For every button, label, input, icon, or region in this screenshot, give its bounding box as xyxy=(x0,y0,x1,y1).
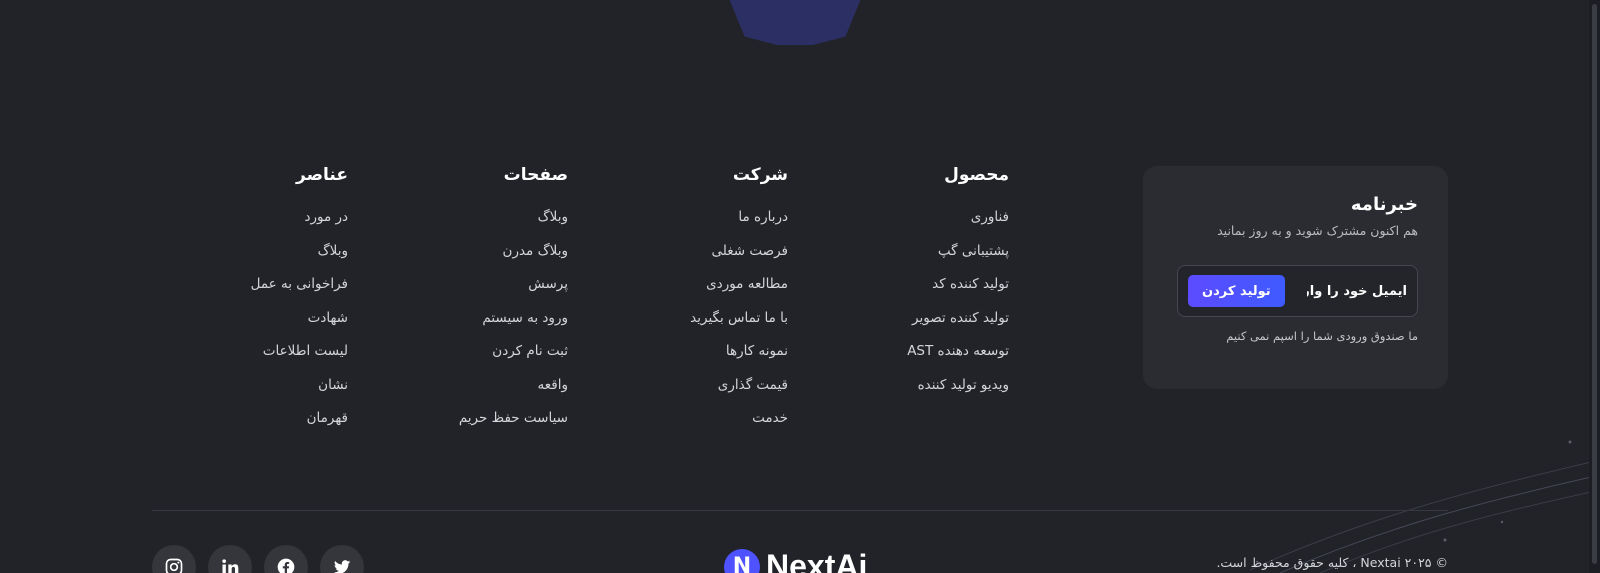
email-field[interactable] xyxy=(1307,283,1407,299)
footer-link[interactable]: توسعه دهنده AST xyxy=(907,341,1009,375)
linkedin-icon xyxy=(222,559,239,573)
footer-column-elements: عناصر در مورد وبلاگ فراخوانی به عمل شهاد… xyxy=(251,165,348,442)
footer-link[interactable]: نشان xyxy=(251,375,348,409)
subscribe-button[interactable]: تولید کردن xyxy=(1188,275,1285,307)
hero-decoration xyxy=(705,0,885,45)
footer-column-company: شرکت درباره ما فرصت شغلی مطالعه موردی با… xyxy=(690,165,788,442)
background-lines xyxy=(1249,440,1600,573)
footer-link[interactable]: درباره ما xyxy=(690,207,788,241)
linkedin-button[interactable] xyxy=(208,545,252,573)
footer-link[interactable]: واقعه xyxy=(459,375,568,409)
footer-link[interactable]: فناوری xyxy=(907,207,1009,241)
newsletter-subtitle: هم اکنون مشترک شوید و به روز بمانید xyxy=(1217,223,1418,238)
footer-link[interactable]: وبلاگ xyxy=(251,241,348,275)
page-scrollbar[interactable] xyxy=(1589,0,1600,573)
footer-link[interactable]: تولید کننده کد xyxy=(907,274,1009,308)
footer-link[interactable]: لیست اطلاعات xyxy=(251,341,348,375)
footer-link[interactable]: با ما تماس بگیرید xyxy=(690,308,788,342)
column-title: محصول xyxy=(944,165,1009,185)
column-title: عناصر xyxy=(296,165,348,185)
instagram-button[interactable] xyxy=(152,545,196,573)
logo-mark-icon: N xyxy=(724,548,760,573)
instagram-icon xyxy=(165,558,183,573)
footer-link[interactable]: قیمت گذاری xyxy=(690,375,788,409)
newsletter-note: ما صندوق ورودی شما را اسپم نمی کنیم xyxy=(1226,329,1418,343)
footer-link[interactable]: تولید کننده تصویر xyxy=(907,308,1009,342)
footer-link[interactable]: وبلاگ xyxy=(459,207,568,241)
footer-link[interactable]: شهادت xyxy=(251,308,348,342)
footer-link[interactable]: پشتیبانی گپ xyxy=(907,241,1009,275)
footer-link[interactable]: خدمت xyxy=(690,408,788,442)
brand-logo[interactable]: N NextAi xyxy=(724,548,867,573)
footer-link[interactable]: در مورد xyxy=(251,207,348,241)
logo-text: NextAi xyxy=(766,548,868,573)
footer-divider xyxy=(152,510,1448,511)
footer-link[interactable]: وبلاگ مدرن xyxy=(459,241,568,275)
twitter-button[interactable] xyxy=(320,545,364,573)
footer-link[interactable]: نمونه کارها xyxy=(690,341,788,375)
footer-link[interactable]: فراخوانی به عمل xyxy=(251,274,348,308)
footer-link[interactable]: ویدیو تولید کننده xyxy=(907,375,1009,409)
footer-link[interactable]: قهرمان xyxy=(251,408,348,442)
newsletter-title: خبرنامه xyxy=(1350,194,1418,215)
footer-link[interactable]: فرصت شغلی xyxy=(690,241,788,275)
column-title: صفحات xyxy=(503,165,568,185)
newsletter-card: خبرنامه هم اکنون مشترک شوید و به روز بما… xyxy=(1143,166,1448,389)
copyright-text: © Nextai ۲۰۲۵ ، کلیه حقوق محفوظ است. xyxy=(1216,555,1448,570)
footer-link[interactable]: ثبت نام کردن xyxy=(459,341,568,375)
twitter-icon xyxy=(333,560,351,573)
facebook-button[interactable] xyxy=(264,545,308,573)
footer-column-product: محصول فناوری پشتیبانی گپ تولید کننده کد … xyxy=(907,165,1009,408)
footer-link[interactable]: مطالعه موردی xyxy=(690,274,788,308)
scrollbar-thumb[interactable] xyxy=(1592,4,1597,564)
footer-column-pages: صفحات وبلاگ وبلاگ مدرن پرسش ورود به سیست… xyxy=(459,165,568,442)
facebook-icon xyxy=(277,558,295,573)
newsletter-form: تولید کردن xyxy=(1177,265,1418,317)
footer-link[interactable]: ورود به سیستم xyxy=(459,308,568,342)
social-links xyxy=(152,545,364,573)
footer-link[interactable]: سیاست حفظ حریم xyxy=(459,408,568,442)
footer-link[interactable]: پرسش xyxy=(459,274,568,308)
column-title: شرکت xyxy=(732,165,788,185)
